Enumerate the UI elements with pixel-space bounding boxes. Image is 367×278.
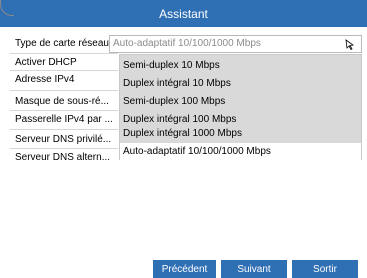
dropdown-option[interactable]: Duplex intégral 1000 Mbps: [120, 125, 361, 142]
wizard-window: Assistant Type de carte réseau Activer D…: [0, 0, 367, 278]
next-button[interactable]: Suivant: [221, 260, 287, 278]
nic-type-select-value: Auto-adaptatif 10/100/1000 Mbps: [113, 38, 261, 49]
mouse-pointer-icon: [345, 39, 355, 50]
previous-button[interactable]: Précédent: [153, 260, 216, 278]
dropdown-option[interactable]: Semi-duplex 10 Mbps: [120, 57, 361, 74]
exit-button[interactable]: Sortir: [292, 260, 358, 278]
nic-type-dropdown-list: Semi-duplex 10 Mbps Duplex intégral 10 M…: [119, 54, 362, 160]
window-title: Assistant: [159, 6, 208, 21]
label-preferred-dns: Serveur DNS privilé...: [15, 134, 112, 145]
label-subnet-mask: Masque de sous-ré...: [15, 96, 109, 107]
title-bar: Assistant: [0, 0, 367, 27]
dropdown-option-selected[interactable]: Auto-adaptatif 10/100/1000 Mbps: [120, 143, 361, 160]
dropdown-option[interactable]: Semi-duplex 100 Mbps: [120, 93, 361, 110]
label-nic-type: Type de carte réseau: [15, 38, 109, 49]
label-ipv4-address: Adresse IPv4: [15, 74, 75, 85]
row-divider: [10, 129, 118, 130]
row-divider: [10, 90, 118, 91]
label-alternate-dns: Serveur DNS altern...: [15, 152, 111, 163]
nic-type-select[interactable]: Auto-adaptatif 10/100/1000 Mbps: [109, 35, 362, 53]
label-default-gateway: Passerelle IPv4 par ...: [15, 114, 113, 125]
dropdown-option[interactable]: Duplex intégral 10 Mbps: [120, 75, 361, 92]
label-enable-dhcp: Activer DHCP: [15, 57, 77, 68]
